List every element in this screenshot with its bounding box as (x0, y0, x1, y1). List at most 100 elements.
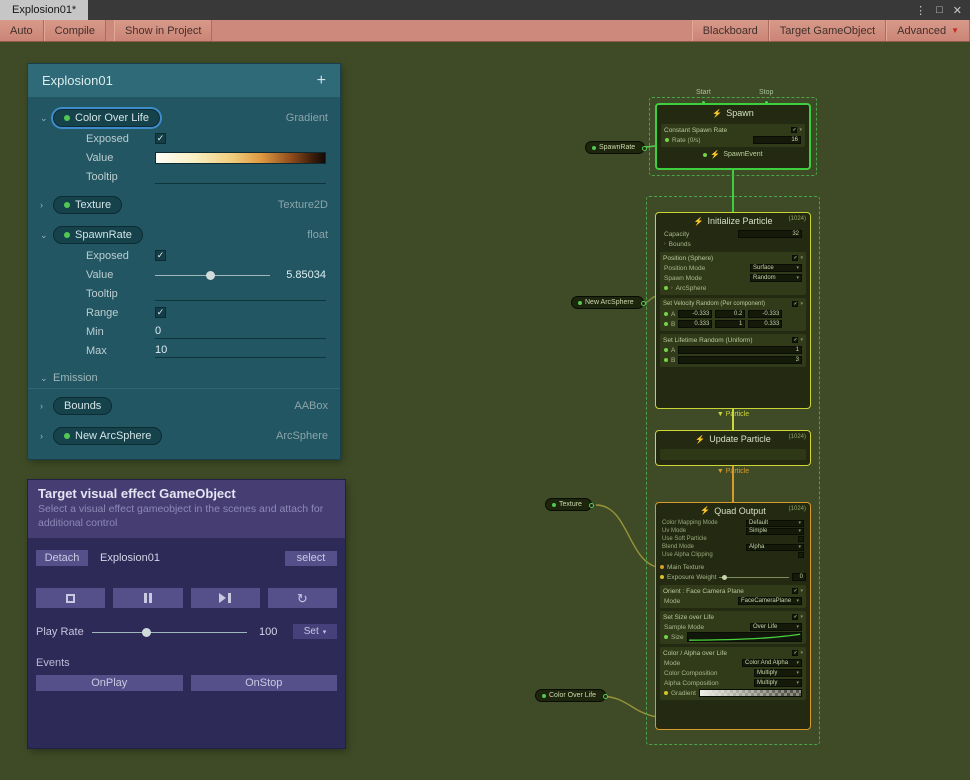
texture-pill-port[interactable] (589, 503, 594, 508)
bounds-fold-icon[interactable]: › (40, 401, 53, 411)
play-rate-value[interactable]: 100 (247, 626, 287, 638)
exposure-weight-field[interactable]: 0 (792, 573, 806, 581)
color-mapping-mode-value[interactable]: Default (749, 520, 768, 526)
exposure-weight-port[interactable] (660, 575, 664, 579)
rate-input-port[interactable] (665, 138, 669, 142)
velocity-enabled-checkbox[interactable]: ✓ (792, 301, 798, 307)
set-lifetime-block[interactable]: Set Lifetime Random (Uniform) ✓▾ A 1 B 3 (660, 334, 806, 367)
onstop-button[interactable]: OnStop (191, 675, 338, 691)
blend-mode-value[interactable]: Alpha (749, 544, 764, 550)
target-gameobject-toggle-button[interactable]: Target GameObject (769, 20, 886, 41)
use-soft-particle-checkbox[interactable] (798, 536, 804, 542)
auto-button[interactable]: Auto (0, 20, 44, 41)
min-field[interactable]: 0 (155, 324, 326, 339)
tooltip-field[interactable] (155, 286, 326, 301)
bounds-fold-icon[interactable]: › (664, 241, 666, 247)
lifetime-a-field[interactable]: 1 (678, 346, 802, 354)
block-enabled-checkbox[interactable]: ✓ (791, 127, 797, 133)
add-parameter-button[interactable]: + (317, 72, 326, 90)
update-particle-node[interactable]: ⚡ Update Particle (1024) (655, 430, 811, 466)
rate-value-field[interactable]: 16 (753, 136, 801, 144)
spawnrate-value-field[interactable]: 5.85034 (270, 269, 326, 281)
size-port[interactable] (664, 635, 668, 639)
spawnrate-pill-port[interactable] (642, 146, 647, 151)
velocity-b-port[interactable] (664, 322, 668, 326)
arcsphere-parameter-pill[interactable]: New ArcSphere (53, 427, 162, 445)
quad-output-node[interactable]: ⚡ Quad Output (1024) Color Mapping ModeD… (655, 502, 811, 730)
texture-parameter-node[interactable]: Texture (545, 498, 592, 511)
orient-mode-value[interactable]: FaceCameraPlane (741, 598, 791, 604)
stop-button[interactable] (36, 588, 105, 608)
restart-button[interactable]: ↻ (268, 588, 337, 608)
position-enabled-checkbox[interactable]: ✓ (792, 255, 798, 261)
use-alpha-clipping-checkbox[interactable] (798, 552, 804, 558)
spawnrate-parameter-node[interactable]: SpawnRate (585, 141, 645, 154)
exposure-weight-slider[interactable] (719, 573, 789, 581)
maximize-icon[interactable]: □ (936, 4, 943, 16)
orient-enabled-checkbox[interactable]: ✓ (792, 588, 798, 594)
exposed-checkbox[interactable]: ✓ (155, 133, 166, 144)
lifetime-b-port[interactable] (664, 358, 668, 362)
arcsphere-fold-icon[interactable]: › (40, 431, 53, 441)
velocity-collapse-icon[interactable]: ▾ (800, 301, 803, 307)
colorol-fold-icon[interactable]: ⌄ (40, 113, 53, 124)
lifetime-a-port[interactable] (664, 348, 668, 352)
compile-button[interactable]: Compile (44, 20, 106, 41)
update-particle-out-label[interactable]: ▼ Particle (655, 468, 811, 475)
color-mode-value[interactable]: Color And Alpha (745, 660, 788, 666)
block-collapse-icon[interactable]: ▾ (799, 127, 802, 133)
arcsphere-pill-port[interactable] (641, 301, 646, 306)
bounds-parameter-pill[interactable]: Bounds (53, 397, 112, 415)
play-rate-slider[interactable] (92, 625, 247, 639)
window-tab[interactable]: Explosion01* (0, 0, 88, 20)
update-empty-block-area[interactable] (660, 449, 806, 460)
initialize-particle-out-label[interactable]: ▼ Particle (655, 411, 811, 418)
pause-button[interactable] (113, 588, 182, 608)
spawnrate-value-slider[interactable] (155, 268, 270, 282)
alpha-composition-value[interactable]: Multiply (757, 680, 777, 686)
velocity-a-x-field[interactable]: -0.333 (678, 310, 712, 318)
orient-block[interactable]: Orient : Face Camera Plane ✓▾ Mode FaceC… (660, 585, 806, 608)
initialize-particle-node[interactable]: ⚡ Initialize Particle (1024) Capacity 32… (655, 212, 811, 409)
constant-spawn-rate-block[interactable]: Constant Spawn Rate ✓▾ Rate (0/s) 16 (661, 124, 805, 147)
velocity-a-y-field[interactable]: 0.2 (715, 310, 745, 318)
velocity-a-z-field[interactable]: -0.333 (748, 310, 782, 318)
arcsphere-input-port[interactable] (664, 286, 668, 290)
gradient-port[interactable] (664, 691, 668, 695)
set-size-block[interactable]: Set Size over Life ✓▾ Sample Mode Over L… (660, 611, 806, 644)
set-velocity-block[interactable]: Set Velocity Random (Per component) ✓▾ A… (660, 298, 806, 331)
colorol-parameter-pill[interactable]: Color Over Life (53, 109, 160, 127)
main-texture-port[interactable] (660, 565, 664, 569)
color-collapse-icon[interactable]: ▾ (800, 650, 803, 656)
velocity-b-y-field[interactable]: 1 (715, 320, 745, 328)
size-enabled-checkbox[interactable]: ✓ (792, 614, 798, 620)
orient-collapse-icon[interactable]: ▾ (800, 588, 803, 594)
size-collapse-icon[interactable]: ▾ (800, 614, 803, 620)
emission-fold-icon[interactable]: ⌄ (40, 373, 53, 384)
color-alpha-block[interactable]: Color / Alpha over Life ✓▾ Mode Color An… (660, 647, 806, 700)
texture-fold-icon[interactable]: › (40, 200, 53, 210)
set-rate-dropdown[interactable]: Set▾ (293, 624, 337, 639)
range-checkbox[interactable]: ✓ (155, 307, 166, 318)
color-enabled-checkbox[interactable]: ✓ (792, 650, 798, 656)
colorol-parameter-node[interactable]: Color Over Life (535, 689, 606, 702)
velocity-b-z-field[interactable]: 0.333 (748, 320, 782, 328)
show-in-project-button[interactable]: Show in Project (114, 20, 212, 41)
kebab-menu-icon[interactable]: ⋮ (915, 4, 926, 17)
position-collapse-icon[interactable]: ▾ (800, 255, 803, 261)
spawnevent-output-port[interactable] (703, 153, 707, 157)
lifetime-b-field[interactable]: 3 (678, 356, 802, 364)
sample-mode-value[interactable]: Over Life (753, 624, 777, 630)
lifetime-collapse-icon[interactable]: ▾ (800, 337, 803, 343)
color-composition-value[interactable]: Multiply (757, 670, 777, 676)
select-button[interactable]: select (285, 551, 337, 566)
blackboard-toggle-button[interactable]: Blackboard (692, 20, 769, 41)
step-button[interactable] (191, 588, 260, 608)
colorol-pill-port[interactable] (603, 694, 608, 699)
gradient-value-field[interactable] (155, 152, 326, 164)
exposed-checkbox[interactable]: ✓ (155, 250, 166, 261)
position-sphere-block[interactable]: Position (Sphere) ✓▾ Position Mode Surfa… (660, 252, 806, 295)
uv-mode-value[interactable]: Simple (749, 528, 767, 534)
capacity-field[interactable]: 32 (738, 230, 802, 238)
arcsphere-fold-icon[interactable]: › (671, 285, 673, 291)
